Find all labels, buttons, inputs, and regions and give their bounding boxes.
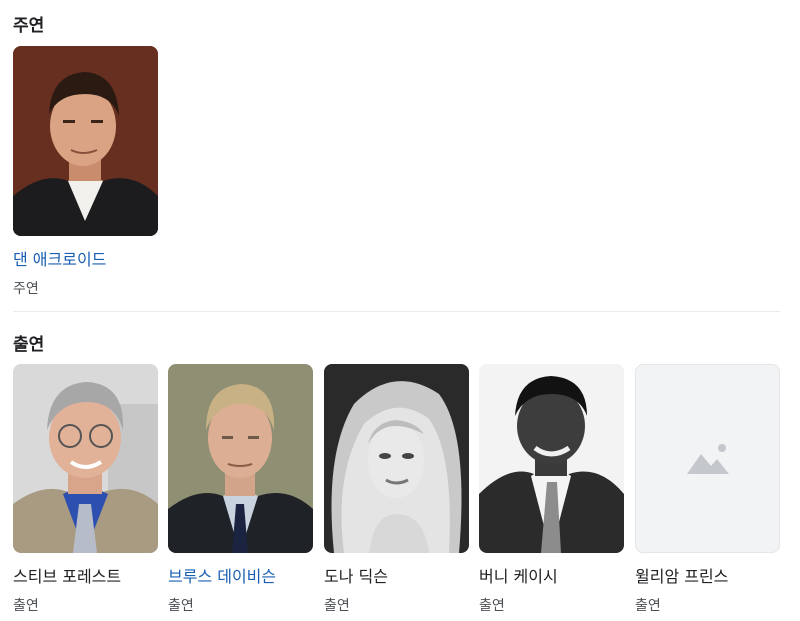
actor-photo[interactable] [479, 364, 624, 553]
actor-name: 스티브 포레스트 [13, 567, 122, 586]
cast-card-supporting-3[interactable]: 버니 케이시 출연 [479, 364, 624, 615]
cast-card-supporting-0[interactable]: 스티브 포레스트 출연 [13, 364, 158, 615]
actor-name-link[interactable]: 브루스 데이비슨 [168, 563, 313, 587]
cast-card-lead-0[interactable]: 댄 애크로이드 주연 [13, 46, 158, 298]
actor-name: 윌리암 프린스 [635, 567, 729, 586]
actor-photo-placeholder[interactable] [635, 364, 780, 553]
actor-photo[interactable] [13, 46, 158, 236]
supporting-section-title: 출연 [13, 335, 45, 355]
actor-role: 출연 [479, 598, 505, 614]
actor-photo[interactable] [324, 364, 469, 553]
actor-name: 도나 딕슨 [324, 567, 388, 586]
cast-card-supporting-4[interactable]: 윌리암 프린스 출연 [635, 364, 780, 615]
section-divider [13, 311, 780, 312]
cast-card-supporting-2[interactable]: 도나 딕슨 출연 [324, 364, 469, 615]
actor-role: 출연 [635, 598, 661, 614]
cast-card-supporting-1[interactable]: 브루스 데이비슨 출연 [168, 364, 313, 615]
actor-name: 버니 케이시 [479, 567, 558, 586]
actor-role: 출연 [168, 598, 194, 614]
actor-role: 출연 [13, 598, 39, 614]
actor-role: 주연 [13, 281, 39, 297]
image-placeholder-icon [686, 443, 729, 474]
actor-photo[interactable] [13, 364, 158, 553]
lead-section-title: 주연 [13, 16, 45, 36]
actor-photo[interactable] [168, 364, 313, 553]
actor-name-link[interactable]: 댄 애크로이드 [13, 246, 158, 270]
actor-role: 출연 [324, 598, 350, 614]
